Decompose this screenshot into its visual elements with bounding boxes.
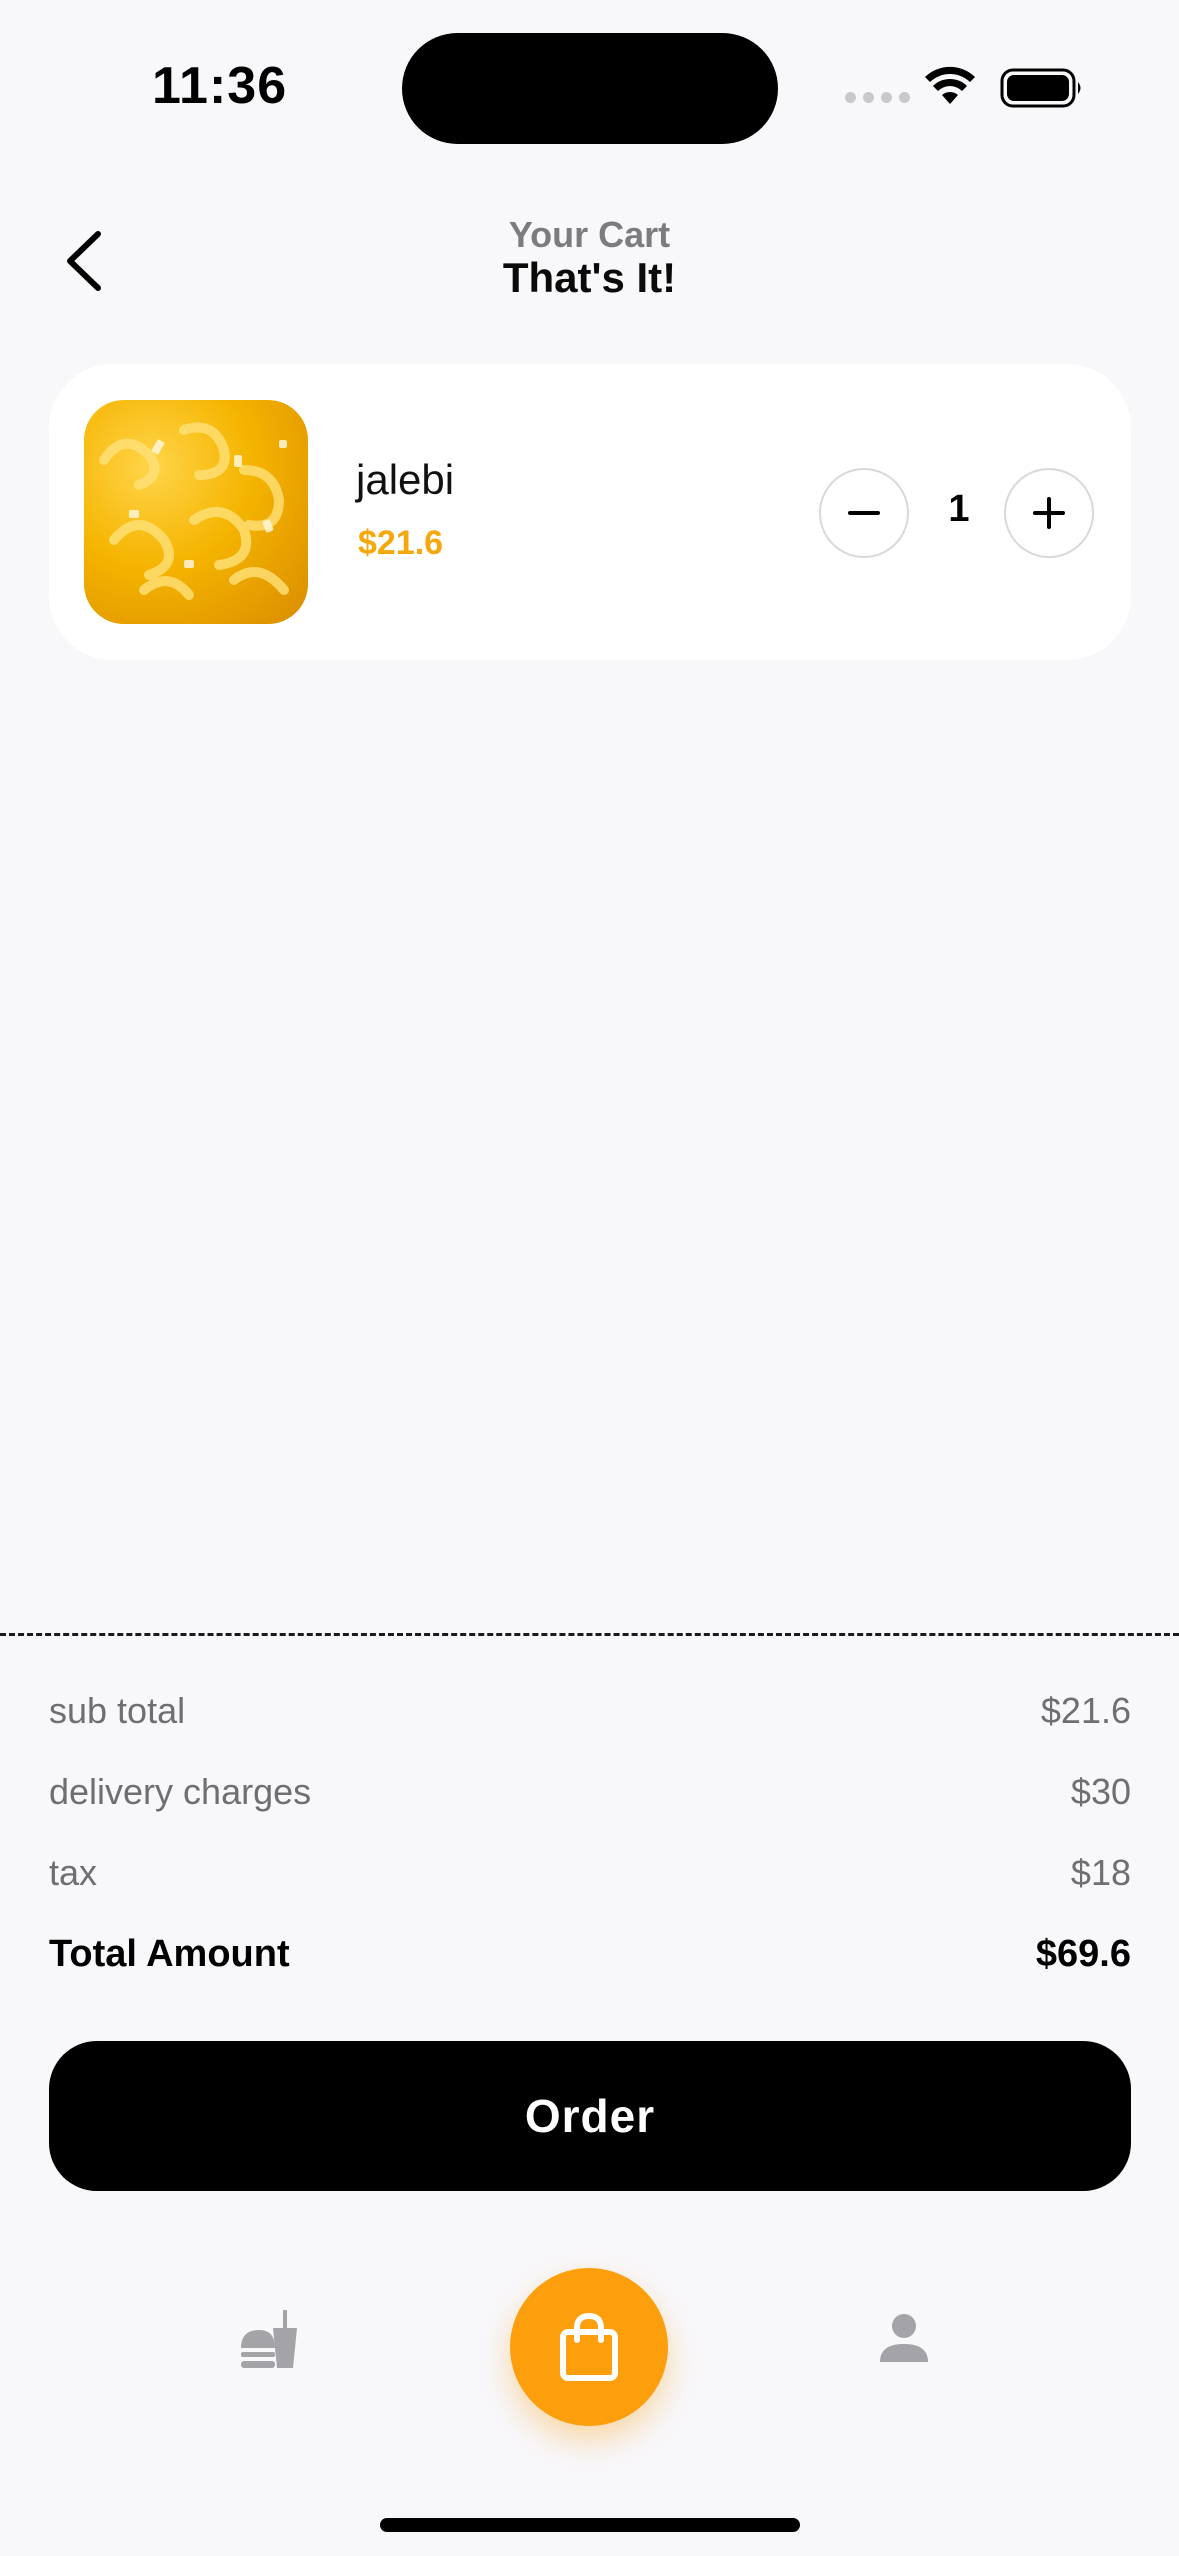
plus-icon — [1033, 497, 1065, 529]
tax-value: $18 — [1070, 1852, 1131, 1893]
person-icon — [880, 2314, 928, 2362]
item-image — [84, 400, 308, 624]
total-row: Total Amount $69.6 — [49, 1933, 1131, 1976]
header-subtitle: Your Cart — [508, 214, 671, 255]
order-button[interactable]: Order — [49, 2041, 1131, 2191]
subtotal-value: $21.6 — [1040, 1690, 1131, 1731]
delivery-label: delivery charges — [49, 1771, 312, 1812]
page-title: That's It! — [502, 254, 677, 301]
cart-item-card: jalebi $21.6 1 — [49, 364, 1131, 660]
item-name: jalebi — [356, 456, 455, 503]
wifi-icon — [925, 66, 975, 104]
cart-screen: 11:36 Your Cart That's It! jalebi $21.6 … — [0, 0, 1179, 2556]
total-value: $69.6 — [1035, 1933, 1131, 1975]
quantity-value: 1 — [948, 488, 970, 530]
dynamic-island — [402, 33, 778, 144]
dashed-divider — [0, 1633, 1179, 1636]
total-label: Total Amount — [49, 1933, 290, 1975]
nav-profile-button[interactable] — [876, 2310, 932, 2371]
home-indicator — [380, 2518, 800, 2532]
battery-icon — [1000, 68, 1081, 108]
subtotal-label: sub total — [49, 1690, 186, 1731]
nav-food-button[interactable] — [237, 2306, 307, 2381]
minus-icon — [848, 511, 880, 515]
nav-cart-button[interactable] — [510, 2268, 668, 2426]
shopping-bag-icon — [560, 2312, 618, 2381]
tax-row: tax $18 — [49, 1852, 1131, 1894]
increase-quantity-button[interactable] — [1004, 468, 1094, 558]
subtotal-row: sub total $21.6 — [49, 1690, 1131, 1732]
fastfood-icon — [241, 2310, 297, 2368]
status-time: 11:36 — [152, 57, 288, 115]
delivery-row: delivery charges $30 — [49, 1771, 1131, 1813]
delivery-value: $30 — [1070, 1771, 1131, 1812]
cellular-signal-icon — [845, 92, 910, 103]
tax-label: tax — [49, 1852, 98, 1893]
decrease-quantity-button[interactable] — [819, 468, 909, 558]
item-price: $21.6 — [358, 524, 444, 562]
